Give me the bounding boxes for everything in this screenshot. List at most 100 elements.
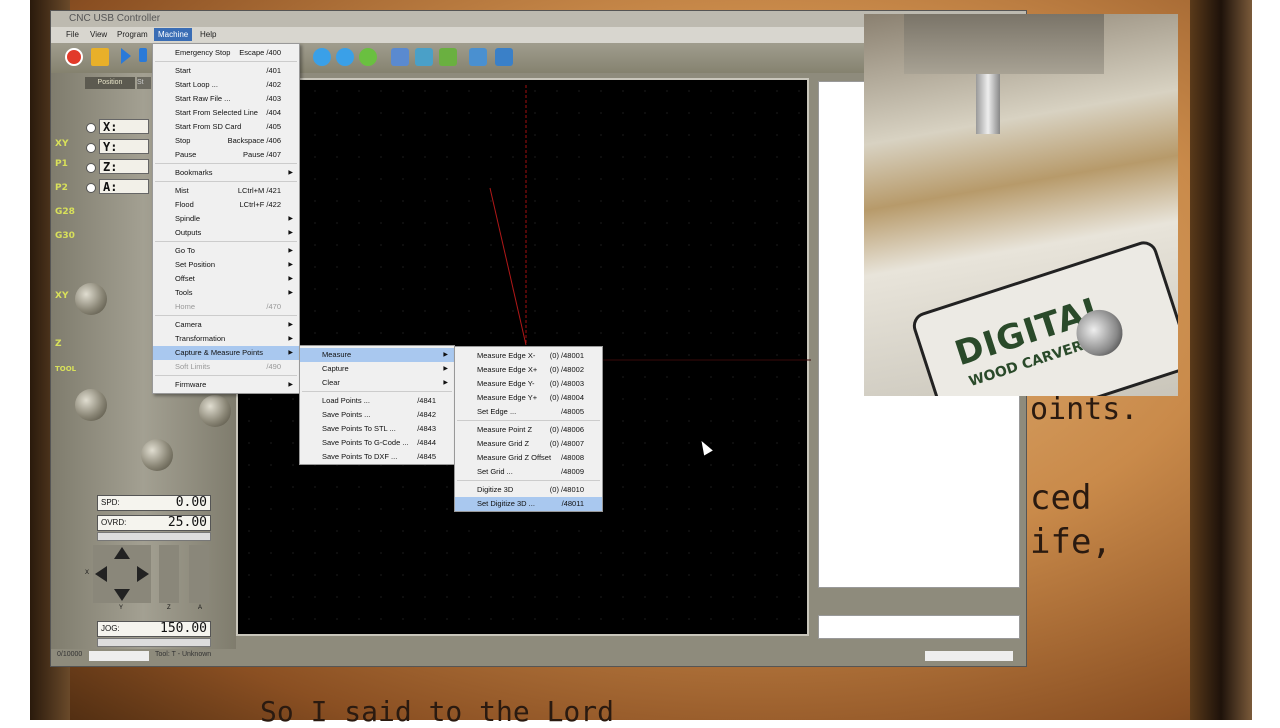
side-icon-g28[interactable]: G28 <box>55 207 75 217</box>
menu-file[interactable]: File <box>63 30 82 39</box>
menu-item[interactable]: Set Digitize 3D ... /48011 <box>455 497 602 511</box>
jog-a-pad[interactable] <box>189 545 209 603</box>
layout-icon[interactable] <box>495 48 513 66</box>
jog-left-icon[interactable] <box>95 566 107 582</box>
menu-item[interactable]: Save Points To G-Code ... /4844 <box>300 436 454 450</box>
menu-item[interactable]: Measure Edge Y+ (0) /48004 <box>455 391 602 405</box>
submenu-arrow-icon: ▶ <box>288 276 293 282</box>
side-icon-z-zero[interactable]: Z <box>55 339 75 349</box>
side-icon-xy[interactable]: XY <box>55 139 75 149</box>
emergency-stop-icon[interactable] <box>65 48 83 66</box>
menu-view[interactable]: View <box>87 30 110 39</box>
menu-item[interactable]: Capture ▶ <box>300 362 454 376</box>
menu-item[interactable]: Measure Grid Z (0) /48007 <box>455 437 602 451</box>
menu-item[interactable]: Start/401 <box>153 64 299 78</box>
side-icon-xy-zero[interactable]: XY <box>55 291 75 301</box>
zoom-fit-icon[interactable] <box>359 48 377 66</box>
side-icon-g30[interactable]: G30 <box>55 231 75 241</box>
start-icon[interactable] <box>121 48 131 64</box>
zoom-in-icon[interactable] <box>313 48 331 66</box>
menu-item[interactable]: Load Points ... /4841 <box>300 394 454 408</box>
axis-x-radio[interactable] <box>86 123 96 133</box>
side-icon-p2[interactable]: P2 <box>55 183 75 193</box>
menu-item[interactable]: Measure Point Z (0) /48006 <box>455 423 602 437</box>
stop-icon[interactable] <box>139 48 147 62</box>
side-icon-p1[interactable]: P1 <box>55 159 75 169</box>
axis-a-radio[interactable] <box>86 183 96 193</box>
menu-item-shortcut: Pause /407 <box>243 150 281 159</box>
menu-item[interactable]: Measure Grid Z Offset/48008 <box>455 451 602 465</box>
menu-item-label: Mist <box>175 186 189 195</box>
menu-item-label: Save Points ... <box>322 410 371 419</box>
menu-item[interactable]: Outputs ▶ <box>153 226 299 240</box>
menu-item[interactable]: Measure Edge X+ (0) /48002 <box>455 363 602 377</box>
menu-item[interactable]: Stop Backspace /406 <box>153 134 299 148</box>
menu-item[interactable]: Measure Edge X- (0) /48001 <box>455 349 602 363</box>
menu-item-label: Start From Selected Line <box>175 108 258 117</box>
menu-item[interactable]: Measure Edge Y- (0) /48003 <box>455 377 602 391</box>
menu-item-shortcut: /402 <box>266 80 281 89</box>
menu-item-shortcut: (0) /48010 <box>549 485 584 494</box>
axis-z-radio[interactable] <box>86 163 96 173</box>
jog-z-pad[interactable] <box>159 545 179 603</box>
menu-item[interactable]: Flood LCtrl+F /422 <box>153 198 299 212</box>
menu-item[interactable]: Emergency Stop Escape /400 <box>153 46 299 60</box>
menu-item[interactable]: Start Raw File ... /403 <box>153 92 299 106</box>
menu-separator <box>457 480 600 481</box>
side-icon-strip: XY P1 P2 G28 G30 XY Z TOOL <box>55 81 77 411</box>
jog-right-icon[interactable] <box>137 566 149 582</box>
menu-item[interactable]: Set Position ▶ <box>153 258 299 272</box>
menu-item[interactable]: Capture & Measure Points ▶ <box>153 346 299 360</box>
side-icon-tool[interactable]: TOOL <box>55 365 76 373</box>
menu-item[interactable]: Digitize 3D (0) /48010 <box>455 483 602 497</box>
menu-program[interactable]: Program <box>114 30 151 39</box>
menu-item[interactable]: Measure ▶ <box>300 348 454 362</box>
jog-xy-pad[interactable] <box>93 545 151 603</box>
menu-item[interactable]: Camera ▶ <box>153 318 299 332</box>
menu-machine[interactable]: Machine <box>154 28 193 41</box>
menu-item[interactable]: Start From Selected Line/404 <box>153 106 299 120</box>
tab-status[interactable]: St <box>137 77 151 89</box>
menu-item[interactable]: Spindle ▶ <box>153 212 299 226</box>
menu-item[interactable]: Pause Pause /407 <box>153 148 299 162</box>
menu-item-label: Measure Edge Y- <box>477 379 535 388</box>
jog-up-icon[interactable] <box>114 547 130 559</box>
axis-y-radio[interactable] <box>86 143 96 153</box>
menu-item[interactable]: Bookmarks ▶ <box>153 166 299 180</box>
refresh-icon[interactable] <box>439 48 457 66</box>
filter-icon[interactable] <box>415 48 433 66</box>
menu-item[interactable]: Mist LCtrl+M /421 <box>153 184 299 198</box>
menu-item[interactable]: Set Edge ... /48005 <box>455 405 602 419</box>
submenu-arrow-icon: ▶ <box>288 170 293 176</box>
submenu-arrow-icon: ▶ <box>288 350 293 356</box>
menu-item[interactable]: Go To ▶ <box>153 244 299 258</box>
grid-icon[interactable] <box>469 48 487 66</box>
menu-item-shortcut: /48011 <box>561 499 584 508</box>
menu-item[interactable]: Save Points To STL ... /4843 <box>300 422 454 436</box>
jog-label: JOG: <box>101 624 120 633</box>
menu-item-label: Save Points To DXF ... <box>322 452 398 461</box>
jog-down-icon[interactable] <box>114 589 130 601</box>
rivet-decoration <box>75 283 107 315</box>
open-file-icon[interactable] <box>91 48 109 66</box>
menu-item[interactable]: Save Points ... /4842 <box>300 408 454 422</box>
override-slider[interactable] <box>97 532 211 541</box>
menu-item[interactable]: Set Grid ... /48009 <box>455 465 602 479</box>
menu-item-shortcut: (0) /48001 <box>549 351 584 360</box>
menu-item[interactable]: Offset ▶ <box>153 272 299 286</box>
menu-item[interactable]: Save Points To DXF ... /4845 <box>300 450 454 464</box>
menu-item[interactable]: Transformation ▶ <box>153 332 299 346</box>
view-icon[interactable] <box>391 48 409 66</box>
menu-item[interactable]: Clear ▶ <box>300 376 454 390</box>
jog-slider[interactable] <box>97 638 211 647</box>
menu-item-label: Set Position <box>175 260 216 269</box>
menu-item[interactable]: Firmware ▶ <box>153 378 299 392</box>
menu-item[interactable]: Start From SD Card/405 <box>153 120 299 134</box>
menu-item[interactable]: Start Loop ... /402 <box>153 78 299 92</box>
tab-position[interactable]: Position <box>85 77 135 89</box>
axis-a-label: A: <box>99 179 149 194</box>
zoom-out-icon[interactable] <box>336 48 354 66</box>
menu-help[interactable]: Help <box>197 30 219 39</box>
menu-item[interactable]: Tools ▶ <box>153 286 299 300</box>
command-input[interactable] <box>818 615 1020 639</box>
